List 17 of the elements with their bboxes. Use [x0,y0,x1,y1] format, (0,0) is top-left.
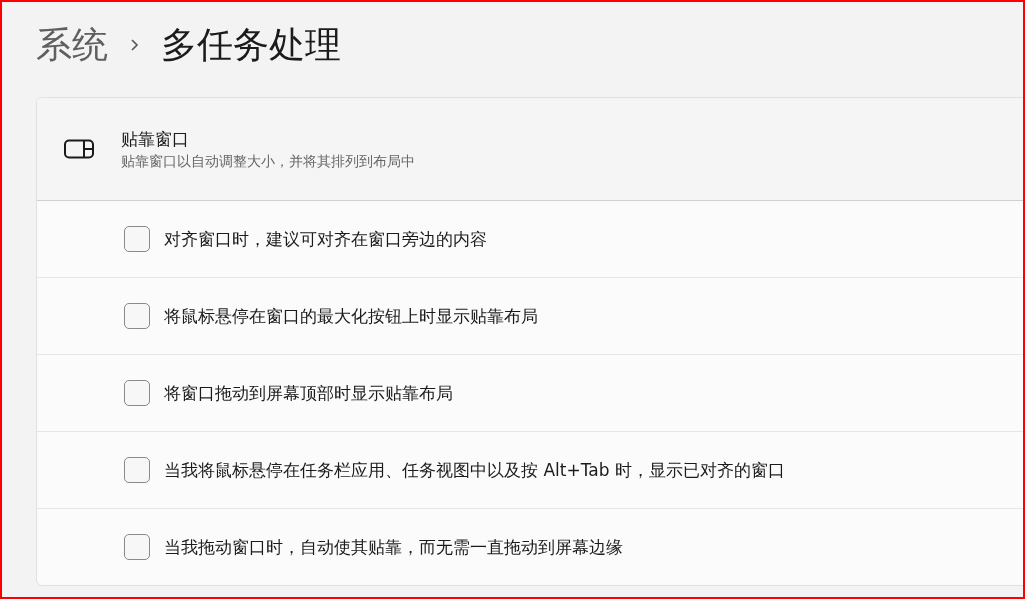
option-label: 当我拖动窗口时，自动使其贴靠，而无需一直拖动到屏幕边缘 [164,535,623,559]
section-title: 贴靠窗口 [121,127,190,151]
page-title: 多任务处理 [161,22,341,67]
option-label: 对齐窗口时，建议可对齐在窗口旁边的内容 [164,227,487,251]
checkbox[interactable] [124,226,150,252]
breadcrumb-link[interactable]: 系统 [36,20,108,70]
checkbox[interactable] [124,534,150,560]
section-description: 贴靠窗口以自动调整大小，并将其排列到布局中 [121,152,415,171]
option-label: 当我将鼠标悬停在任务栏应用、任务视图中以及按 Alt+Tab 时，显示已对齐的窗口 [164,458,785,482]
checkbox[interactable] [124,303,150,329]
option-label: 将鼠标悬停在窗口的最大化按钮上时显示贴靠布局 [164,304,538,328]
checkbox[interactable] [124,457,150,483]
snap-window-icon [64,139,94,159]
chevron-icon [130,38,139,52]
checkbox[interactable] [124,380,150,406]
option-label: 将窗口拖动到屏幕顶部时显示贴靠布局 [164,381,453,405]
card-header[interactable]: 贴靠窗口 贴靠窗口以自动调整大小，并将其排列到布局中 [37,98,1023,201]
